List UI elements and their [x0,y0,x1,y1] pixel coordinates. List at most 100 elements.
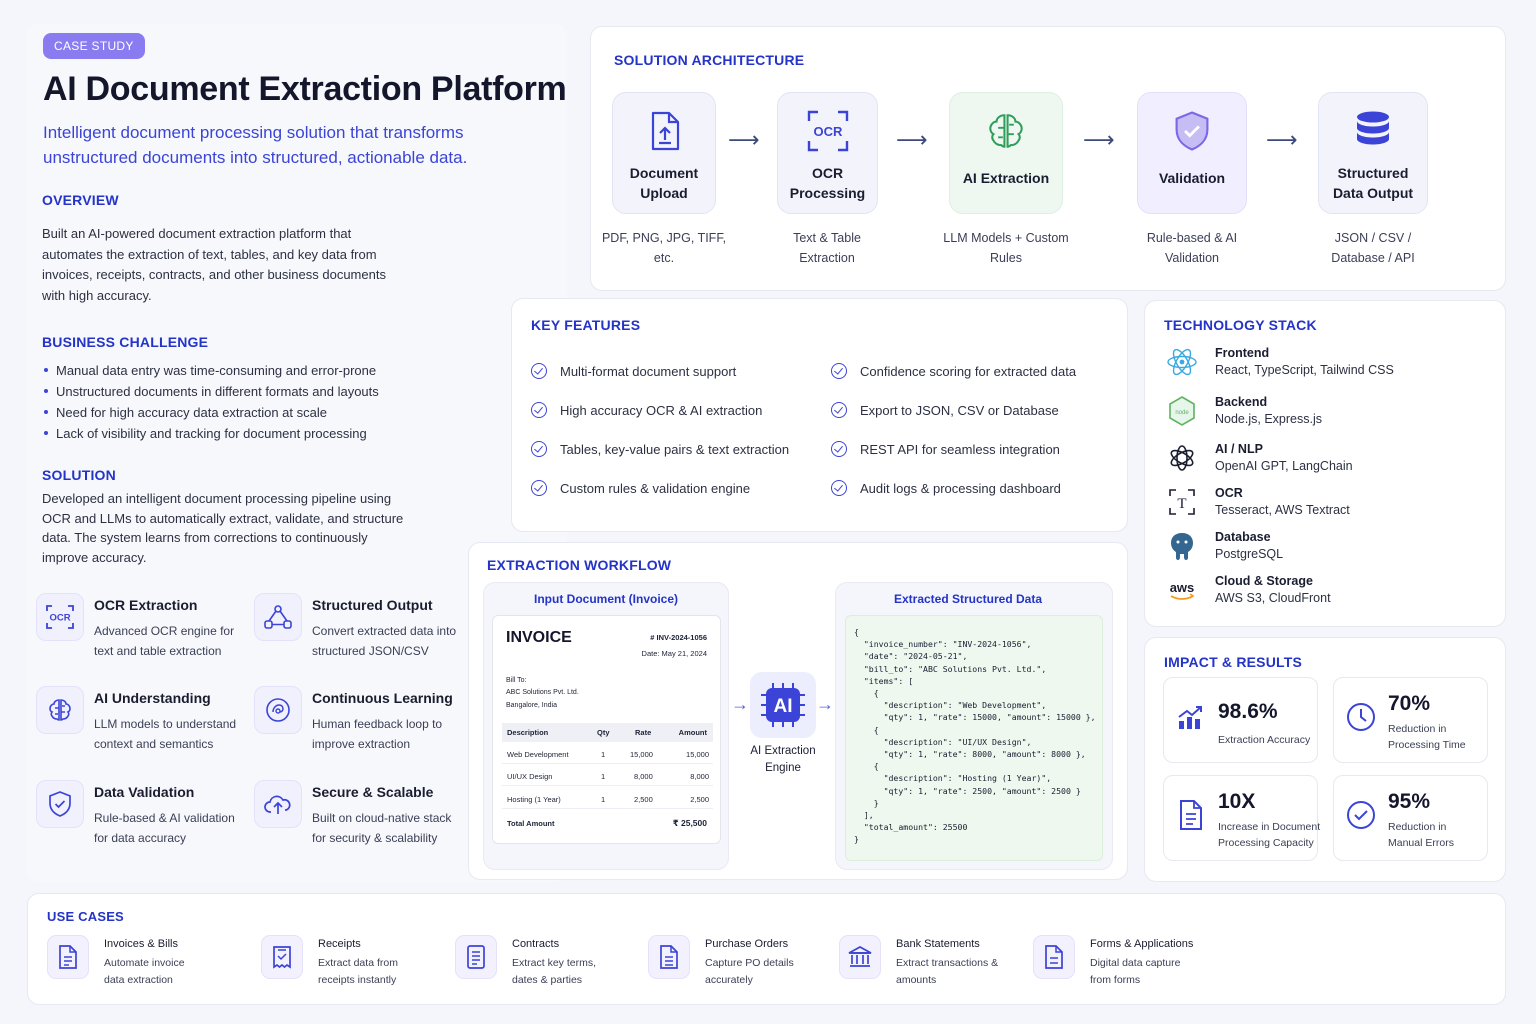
tech-stack-heading: TECHNOLOGY STACK [1164,317,1317,333]
table-row: Hosting (1 Year) 1 2,500 2,500 [502,786,713,809]
text-scan-icon: T [1166,486,1198,518]
feature-title: Continuous Learning [312,690,453,706]
step-subtext: Text & Table Extraction [793,231,861,265]
impact-heading: IMPACT & RESULTS [1164,654,1303,670]
feature-desc: Advanced OCR engine for text and table e… [94,624,235,658]
use-cases-heading: USE CASES [47,909,124,924]
svg-text:AI: AI [774,696,793,717]
purchase-order-icon [648,935,690,979]
extracted-data-title: Extracted Structured Data [893,592,1043,606]
svg-text:aws: aws [1170,580,1195,595]
key-features-heading: KEY FEATURES [531,317,641,333]
json-code: { "invoice_number": "INV-2024-1056", "da… [854,627,1096,845]
invoice-document: INVOICE # INV-2024-1056 Date: May 21, 20… [492,615,721,844]
check-circle-icon [531,441,547,457]
feature-desc: Rule-based & AI validation for data accu… [94,811,235,845]
arrow-icon: ⟶ [1266,127,1298,152]
bank-icon [839,935,881,979]
key-feature-item: Tables, key-value pairs & text extractio… [531,441,789,457]
database-icon [1354,109,1392,158]
form-icon [1033,935,1075,979]
check-circle-icon [831,480,847,496]
input-document-title: Input Document (Invoice) [534,592,678,606]
openai-icon [1166,442,1198,474]
react-icon [1166,346,1198,378]
arch-step-structured-output: Structured Data Output [1318,92,1428,214]
check-circle-icon [831,402,847,418]
json-output: { "invoice_number": "INV-2024-1056", "da… [845,615,1103,861]
step-subtext: PDF, PNG, JPG, TIFF, etc. [601,231,727,265]
brain-icon [36,686,84,734]
invoice-date: Date: May 21, 2024 [641,649,707,658]
bill-to-city: Bangalore, India [506,702,557,709]
invoice-col-header: Amount [678,728,707,737]
key-feature-item: Audit logs & processing dashboard [831,480,1061,496]
contract-icon [455,935,497,979]
nodejs-icon: node [1166,395,1198,427]
step-label: AI Extraction [962,170,1050,186]
step-label: Document Upload [629,165,699,201]
ai-engine-label: AI Extraction Engine [750,745,816,774]
svg-text:T: T [1177,496,1186,512]
challenge-list: Manual data entry was time-consuming and… [42,360,422,444]
feature-title: Data Validation [94,784,195,800]
arrow-icon: → [816,694,834,714]
feature-title: OCR Extraction [94,597,198,613]
ocr-scan-icon: OCR [806,109,850,158]
check-circle-icon [1344,798,1378,832]
arrow-icon: ⟶ [1083,127,1115,152]
page-title: AI Document Extraction Platform [43,70,567,108]
bill-to-label: Bill To: [506,677,527,684]
step-subtext: LLM Models + Custom Rules [943,231,1069,265]
feature-desc: Built on cloud-native stack for security… [312,811,452,845]
check-circle-icon [531,363,547,379]
key-feature-item: Custom rules & validation engine [531,480,750,496]
list-item: Unstructured documents in different form… [42,381,422,402]
step-label: Structured Data Output [1332,165,1414,201]
shield-check-icon [36,780,84,828]
arch-step-ocr-processing: OCR OCR Processing [777,92,878,214]
challenge-heading: BUSINESS CHALLENGE [42,334,209,350]
arrow-icon: ⟶ [896,127,928,152]
table-row: UI/UX Design 1 8,000 8,000 [502,764,713,786]
feature-title: Structured Output [312,597,433,613]
invoice-icon [47,935,89,979]
clock-icon [1344,700,1378,734]
case-study-badge: CASE STUDY [43,33,145,59]
page-subtitle: Intelligent document processing solution… [43,123,468,167]
invoice-col-header: Rate [635,728,652,737]
brain-icon [984,109,1028,158]
key-feature-item: Export to JSON, CSV or Database [831,402,1059,418]
step-label: OCR Processing [789,165,866,201]
feature-title: AI Understanding [94,690,211,706]
invoice-title: INVOICE [506,629,572,646]
impact-item: 10X Increase in Document Processing Capa… [1163,775,1320,861]
invoice-col-header: Qty [597,728,610,737]
overview-text: Built an AI-powered document extraction … [42,226,386,303]
check-circle-icon [531,402,547,418]
bill-to-name: ABC Solutions Pvt. Ltd. [506,689,579,696]
receipt-icon [261,935,303,979]
check-circle-icon [831,441,847,457]
svg-text:OCR: OCR [813,124,843,139]
chart-up-icon [1174,700,1208,734]
workflow-heading: EXTRACTION WORKFLOW [487,557,672,573]
overview-heading: OVERVIEW [42,192,119,208]
key-feature-item: Confidence scoring for extracted data [831,363,1076,379]
invoice-number: # INV-2024-1056 [650,633,707,642]
solution-heading: SOLUTION [42,467,116,483]
cloud-upload-icon [254,780,302,828]
list-item: Manual data entry was time-consuming and… [42,360,422,381]
architecture-heading: SOLUTION ARCHITECTURE [614,52,805,68]
key-feature-item: High accuracy OCR & AI extraction [531,402,762,418]
feature-desc: LLM models to understand context and sem… [94,717,237,751]
step-subtext: Rule-based & AI Validation [1146,231,1238,265]
check-circle-icon [831,363,847,379]
arrow-icon: → [731,694,749,714]
key-feature-item: Multi-format document support [531,363,736,379]
key-feature-item: REST API for seamless integration [831,441,1060,457]
feature-desc: Convert extracted data into structured J… [312,624,457,658]
feature-desc: Human feedback loop to improve extractio… [312,717,443,751]
list-item: Lack of visibility and tracking for docu… [42,423,422,444]
structure-icon [254,593,302,641]
